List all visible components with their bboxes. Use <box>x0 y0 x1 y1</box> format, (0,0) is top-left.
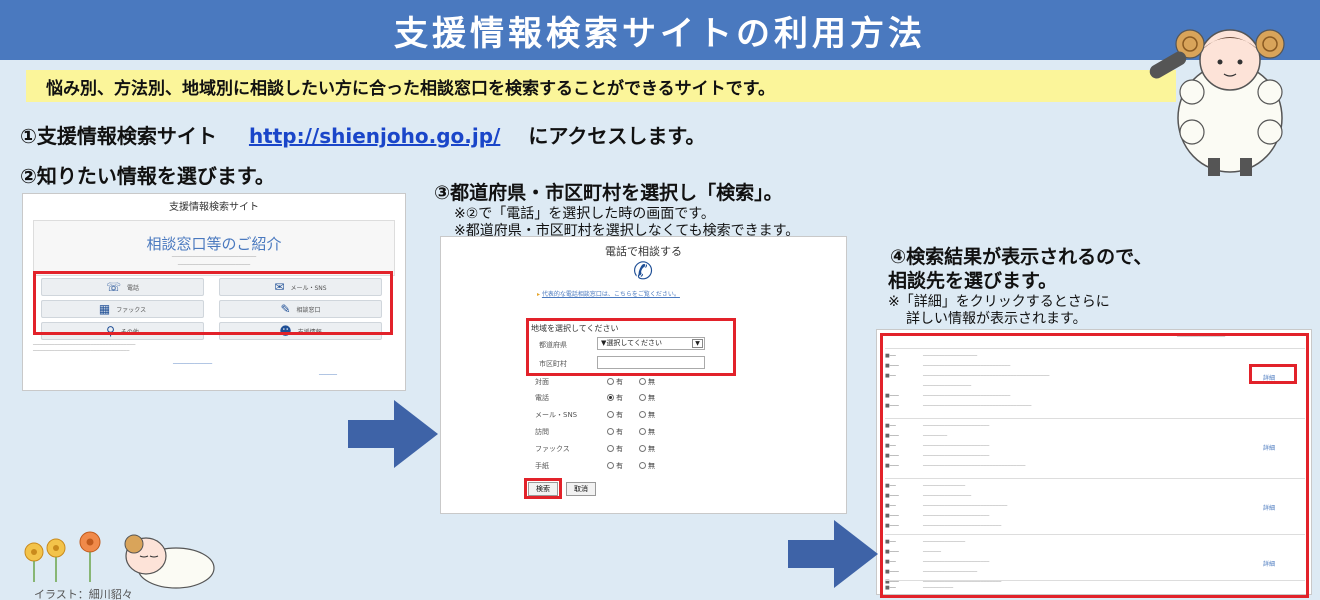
step4-line2: 相談先を選びます。 <box>888 270 1058 292</box>
method-label: 対面 <box>535 378 549 386</box>
page-top-link[interactable]: ────── <box>319 372 337 378</box>
radio-dot <box>607 394 614 401</box>
radio-no[interactable]: 無 <box>639 427 655 437</box>
radio-label: 有 <box>616 411 623 419</box>
radio-no[interactable]: 無 <box>639 410 655 420</box>
site-url-link[interactable]: http://shienjoho.go.jp/ <box>249 124 500 148</box>
illustration-credit: イラスト：細川貂々 <box>34 588 133 600</box>
cancel-button[interactable]: 取消 <box>566 482 596 496</box>
highlight-box-categories <box>33 271 393 335</box>
radio-dot <box>639 462 646 469</box>
radio-no[interactable]: 無 <box>639 377 655 387</box>
arrow-right-icon <box>788 520 878 588</box>
sheep-mascot-illustration <box>1149 29 1285 176</box>
step2: ②知りたい情報を選びます。 <box>20 164 275 188</box>
notice-text: ──────────────────────────────── <box>33 348 130 354</box>
radio-dot <box>639 411 646 418</box>
radio-dot <box>607 445 614 452</box>
radio-label: 無 <box>648 394 655 402</box>
radio-label: 有 <box>616 445 623 453</box>
radio-no[interactable]: 無 <box>639 444 655 454</box>
highlight-box-detail <box>1249 364 1297 384</box>
representative-link[interactable]: ▸ 代表的な電話相談窓口は、こちらをご覧ください。 <box>537 289 680 298</box>
radio-label: 無 <box>648 428 655 436</box>
method-label: 訪問 <box>535 428 549 436</box>
sleeping-sheep-illustration <box>24 531 215 589</box>
radio-label: 無 <box>648 445 655 453</box>
heading-subtext: ──────────────────────── <box>177 262 251 268</box>
phone-icon: ✆ <box>633 257 654 285</box>
step1: ①支援情報検索サイト http://shienjoho.go.jp/にアクセスしま… <box>20 120 705 149</box>
radio-yes[interactable]: 有 <box>607 377 623 387</box>
radio-yes[interactable]: 有 <box>607 427 623 437</box>
radio-dot <box>639 445 646 452</box>
method-label: ファックス <box>535 445 570 453</box>
heading: 相談窓口等のご紹介 <box>146 235 282 253</box>
radio-label: 有 <box>616 428 623 436</box>
intro-banner: 悩み別、方法別、地域別に相談したい方に合った相談窓口を検索することができるサイト… <box>26 70 1176 102</box>
step4-note2: 詳しい情報が表示されます。 <box>906 311 1087 327</box>
radio-dot <box>639 428 646 435</box>
step3: ③都道府県・市区町村を選択し「検索」。 <box>434 182 783 204</box>
title-bar: 支援情報検索サイトの利用方法 <box>0 0 1320 60</box>
method-label: メール・SNS <box>535 411 578 419</box>
radio-dot <box>639 394 646 401</box>
radio-dot <box>639 378 646 385</box>
step1-suffix: にアクセスします。 <box>528 124 706 148</box>
heading-subtext: ──────────────────────────── <box>171 254 257 260</box>
highlight-box-search <box>524 478 562 499</box>
radio-label: 無 <box>648 411 655 419</box>
radio-label: 有 <box>616 462 623 470</box>
radio-yes[interactable]: 有 <box>607 461 623 471</box>
radio-no[interactable]: 無 <box>639 461 655 471</box>
radio-dot <box>607 411 614 418</box>
site-title: 支援情報検索サイト <box>169 202 259 213</box>
radio-yes[interactable]: 有 <box>607 410 623 420</box>
radio-yes[interactable]: 有 <box>607 444 623 454</box>
highlight-box-region <box>526 318 736 376</box>
link-text: 代表的な電話相談窓口は、こちらをご覧ください。 <box>541 291 680 298</box>
page: 支援情報検索サイトの利用方法 悩み別、方法別、地域別に相談したい方に合った相談窓… <box>0 0 1320 600</box>
sitemap-link[interactable]: ───────────── <box>173 361 212 367</box>
radio-yes[interactable]: 有 <box>607 393 623 403</box>
radio-dot <box>607 428 614 435</box>
radio-label: 無 <box>648 378 655 386</box>
arrow-right-icon <box>348 400 438 468</box>
radio-label: 有 <box>616 394 623 402</box>
step4-line1: ④検索結果が表示されるので、 <box>890 246 1153 268</box>
radio-no[interactable]: 無 <box>639 393 655 403</box>
step1-prefix: ①支援情報検索サイト <box>20 124 217 148</box>
method-label: 手紙 <box>535 462 549 470</box>
highlight-box-results <box>880 333 1309 598</box>
radio-dot <box>607 378 614 385</box>
method-label: 電話 <box>535 394 549 402</box>
radio-dot <box>607 462 614 469</box>
page-title: 支援情報検索サイトの利用方法 <box>394 13 926 54</box>
radio-label: 無 <box>648 462 655 470</box>
radio-label: 有 <box>616 378 623 386</box>
